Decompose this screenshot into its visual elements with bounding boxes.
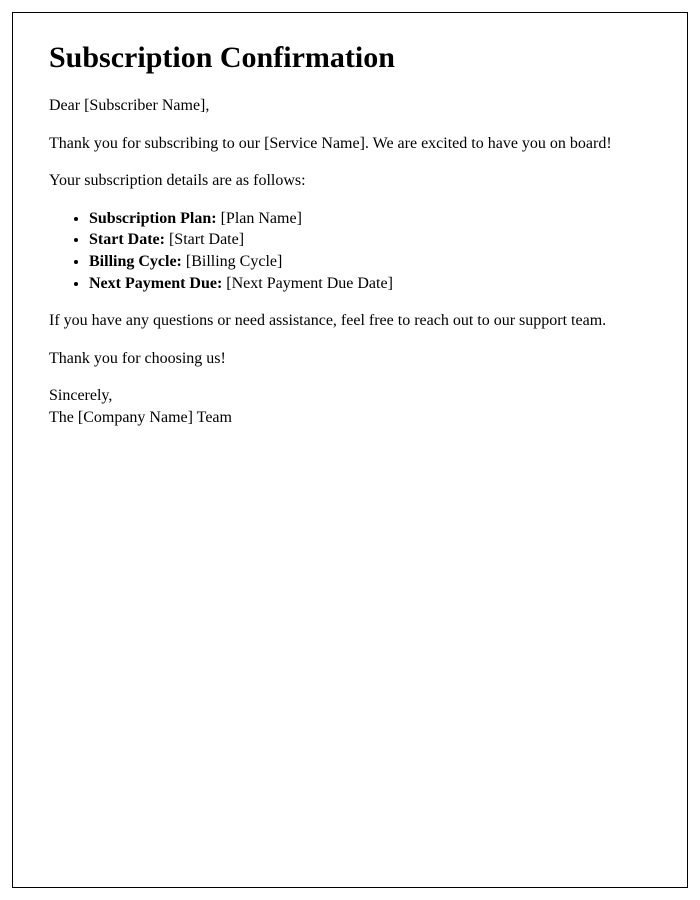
intro-paragraph: Thank you for subscribing to our [Servic… xyxy=(49,133,651,155)
page-title: Subscription Confirmation xyxy=(49,41,651,75)
detail-value: [Next Payment Due Date] xyxy=(222,275,393,292)
detail-value: [Plan Name] xyxy=(217,210,302,227)
signature-line: The [Company Name] Team xyxy=(49,407,651,429)
detail-value: [Start Date] xyxy=(165,231,244,248)
list-item: Next Payment Due: [Next Payment Due Date… xyxy=(89,273,651,295)
list-item: Start Date: [Start Date] xyxy=(89,229,651,251)
detail-label: Billing Cycle: xyxy=(89,253,182,270)
thanks-line: Thank you for choosing us! xyxy=(49,348,651,370)
details-lead: Your subscription details are as follows… xyxy=(49,170,651,192)
detail-label: Subscription Plan: xyxy=(89,210,217,227)
support-note: If you have any questions or need assist… xyxy=(49,310,651,332)
detail-label: Start Date: xyxy=(89,231,165,248)
greeting-line: Dear [Subscriber Name], xyxy=(49,95,651,117)
document-frame: Subscription Confirmation Dear [Subscrib… xyxy=(12,12,688,888)
closing-line: Sincerely, xyxy=(49,385,651,407)
detail-value: [Billing Cycle] xyxy=(182,253,282,270)
list-item: Subscription Plan: [Plan Name] xyxy=(89,208,651,230)
detail-label: Next Payment Due: xyxy=(89,275,222,292)
list-item: Billing Cycle: [Billing Cycle] xyxy=(89,251,651,273)
subscription-details-list: Subscription Plan: [Plan Name] Start Dat… xyxy=(49,208,651,294)
